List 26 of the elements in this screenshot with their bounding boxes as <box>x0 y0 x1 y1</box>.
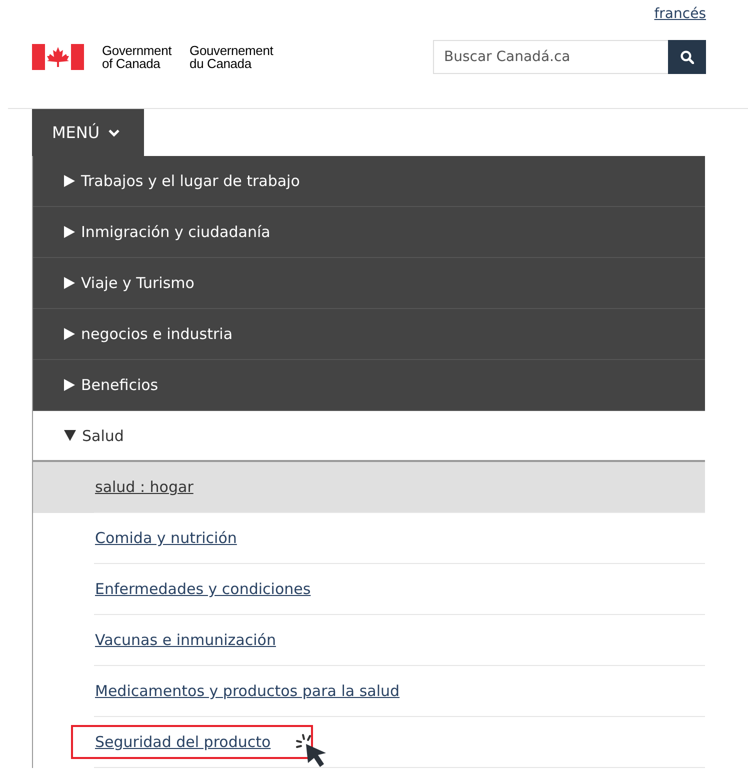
submenu-link[interactable]: Medicamentos y productos para la salud <box>95 682 400 700</box>
menu-item[interactable]: negocios e industria <box>33 309 705 360</box>
triangle-right-icon <box>64 328 75 340</box>
submenu-link[interactable]: Seguridad del producto <box>95 733 271 751</box>
brand-name-english: Government of Canada <box>102 44 172 70</box>
menu-item[interactable]: Inmigración y ciudadanía <box>33 207 705 258</box>
submenu-link[interactable]: Vacunas e inmunización <box>95 631 276 649</box>
menu-item[interactable]: Trabajos y el lugar de trabajo <box>33 156 705 207</box>
triangle-right-icon <box>64 379 75 391</box>
submenu-link[interactable]: Enfermedades y condiciones <box>95 580 311 598</box>
triangle-right-icon <box>64 277 75 289</box>
search-button[interactable] <box>668 40 706 74</box>
language-link[interactable]: francés <box>654 6 706 26</box>
chevron-down-icon <box>108 128 120 136</box>
submenu-link[interactable]: salud : hogar <box>95 478 194 496</box>
triangle-right-icon <box>64 226 75 238</box>
submenu-link[interactable]: Comida y nutrición <box>95 529 237 547</box>
search-icon <box>680 50 694 64</box>
search-field[interactable]: Buscar Canadá.ca <box>433 40 668 74</box>
menu-item[interactable]: Viaje y Turismo <box>33 258 705 309</box>
menu-button[interactable]: MENÚ <box>32 109 144 156</box>
triangle-right-icon <box>64 175 75 187</box>
canada-flag-icon <box>32 44 84 70</box>
menu-item[interactable]: Beneficios <box>33 360 705 411</box>
brand-name-french: Gouvernement du Canada <box>190 44 274 70</box>
triangle-down-icon <box>64 430 76 441</box>
